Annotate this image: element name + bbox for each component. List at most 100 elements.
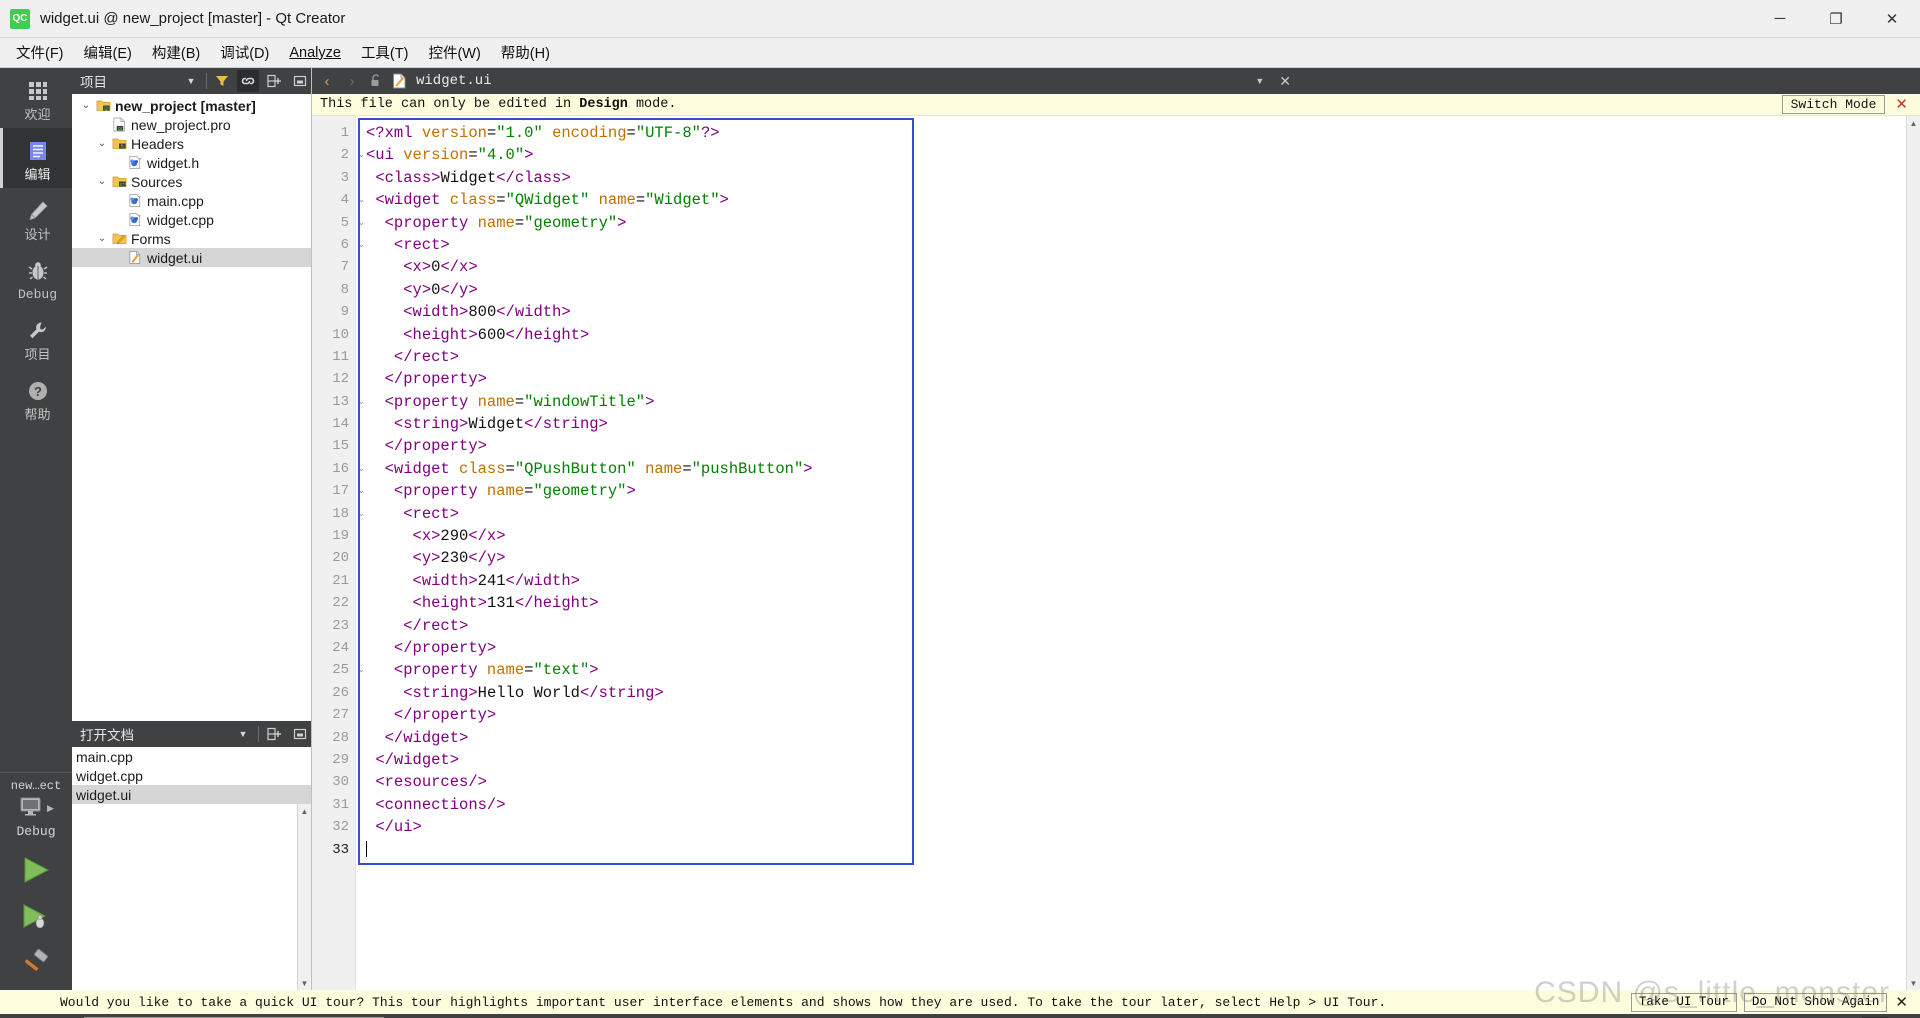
tree-item-main.cpp[interactable]: + main.cpp [72,191,311,210]
editor-scroll-down-icon[interactable]: ▼ [1907,976,1920,990]
menu-file[interactable]: 文件(F) [6,38,74,67]
run-button[interactable] [19,855,53,890]
code-line[interactable]: <resources/> [356,771,1906,793]
navigate-forward-button[interactable]: › [341,70,363,92]
editor-scrollbar[interactable]: ▲ ▼ [1906,116,1920,990]
take-ui-tour-button[interactable]: Take UI Tour [1630,992,1737,1012]
opendocs-scroll-up-icon[interactable]: ▲ [298,804,311,818]
code-line[interactable]: <class>Widget</class> [356,167,1906,189]
kit-selector[interactable]: new…ect ▶ Debug [0,772,72,843]
chevron-down-icon[interactable]: ⌄ [94,233,110,244]
tree-item-widget.cpp[interactable]: + widget.cpp [72,210,311,229]
code-line[interactable]: </property> [356,704,1906,726]
code-line[interactable]: <widget class="QWidget" name="Widget"> [356,189,1906,211]
projects-combo-arrow-icon[interactable]: ▼ [180,70,202,92]
code-line[interactable]: <property name="geometry"> [356,212,1906,234]
code-line[interactable]: <string>Widget</string> [356,413,1906,435]
menu-edit[interactable]: 编辑(E) [74,38,142,67]
minimize-button[interactable]: ─ [1752,0,1808,37]
info-bar-close-icon[interactable]: ✕ [1885,95,1914,114]
debug-button[interactable] [19,902,53,937]
maximize-button[interactable]: ❐ [1808,0,1864,37]
menu-widgets[interactable]: 控件(W) [418,38,490,67]
project-tree[interactable]: ⌄ Qt new_project [master] Qt new_project.pro… [72,94,311,721]
code-line[interactable]: </rect> [356,615,1906,637]
editor-filename[interactable]: widget.ui [412,73,492,89]
code-line[interactable]: </widget> [356,727,1906,749]
code-line[interactable]: <widget class="QPushButton" name="pushBu… [356,458,1906,480]
open-document-item[interactable]: main.cpp [72,747,311,766]
opendocs-split-icon[interactable] [263,723,285,745]
code-line[interactable]: <string>Hello World</string> [356,682,1906,704]
code-line[interactable]: <?xml version="1.0" encoding="UTF-8"?> [356,122,1906,144]
mode-button-design[interactable]: 设计 [0,188,72,248]
kit-target[interactable]: ▶ [18,795,54,822]
mode-button-welcome[interactable]: 欢迎 [0,68,72,128]
code-line[interactable]: <width>800</width> [356,301,1906,323]
open-documents-list[interactable]: main.cpp widget.cpp widget.ui [72,747,311,804]
menu-build[interactable]: 构建(B) [142,38,210,67]
code-line[interactable]: <x>0</x> [356,256,1906,278]
code-line[interactable]: <connections/> [356,794,1906,816]
tree-item-widget.ui[interactable]: widget.ui [72,248,311,267]
filter-icon[interactable] [211,70,233,92]
link-icon[interactable] [237,70,259,92]
navigate-back-button[interactable]: ‹ [316,70,338,92]
chevron-down-icon[interactable]: ⌄ [94,138,110,149]
opendocs-combo-arrow-icon[interactable]: ▼ [232,723,254,745]
code-line[interactable]: <width>241</width> [356,570,1906,592]
tree-item-new-project.pro[interactable]: Qt new_project.pro [72,115,311,134]
code-line[interactable]: <rect> [356,234,1906,256]
chevron-down-icon[interactable]: ⌄ [94,176,110,187]
code-line[interactable]: <height>131</height> [356,592,1906,614]
menu-analyze[interactable]: Analyze [279,41,351,65]
code-line[interactable]: <y>0</y> [356,279,1906,301]
code-line[interactable]: </property> [356,435,1906,457]
tree-item-forms[interactable]: ⌄ Forms [72,229,311,248]
menu-debug[interactable]: 调试(D) [210,38,279,67]
code-line[interactable]: <x>290</x> [356,525,1906,547]
code-line[interactable]: </property> [356,368,1906,390]
mode-button-help[interactable]: ? 帮助 [0,368,72,428]
chevron-down-icon[interactable]: ⌄ [78,100,94,111]
info-text-after: mode. [627,97,677,112]
ui-tour-close-icon[interactable]: ✕ [1887,993,1916,1012]
code-line[interactable]: <ui version="4.0"> [356,144,1906,166]
code-line[interactable]: </property> [356,637,1906,659]
minimize-panel-icon[interactable] [289,70,311,92]
mode-button-projects[interactable]: 项目 [0,308,72,368]
close-button[interactable]: ✕ [1864,0,1920,37]
mode-button-debug[interactable]: Debug [0,248,72,308]
code-line[interactable]: <height>600</height> [356,324,1906,346]
editor-file-dropdown-icon[interactable]: ▼ [1249,76,1270,86]
editor-close-button[interactable]: ✕ [1273,73,1297,90]
code-line[interactable] [356,839,1906,861]
code-line[interactable]: </widget> [356,749,1906,771]
unlocked-icon[interactable] [366,74,386,88]
code-line[interactable]: <rect> [356,503,1906,525]
do-not-show-again-button[interactable]: Do Not Show Again [1743,992,1888,1012]
tree-item-widget.h[interactable]: + widget.h [72,153,311,172]
open-document-item[interactable]: widget.ui [72,785,311,804]
build-button[interactable] [19,949,53,984]
opendocs-scroll-down-icon[interactable]: ▼ [298,976,311,990]
code-line[interactable]: </ui> [356,816,1906,838]
menu-tools[interactable]: 工具(T) [351,38,419,67]
code-text-area[interactable]: <?xml version="1.0" encoding="UTF-8"?> <u… [356,116,1906,990]
tree-item-headers[interactable]: ⌄ h Headers [72,134,311,153]
code-line[interactable]: <property name="text"> [356,659,1906,681]
split-icon[interactable] [263,70,285,92]
code-line[interactable]: <y>230</y> [356,547,1906,569]
opendocs-scrollbar[interactable]: ▲ ▼ [297,804,311,990]
open-document-item[interactable]: widget.cpp [72,766,311,785]
menu-help[interactable]: 帮助(H) [491,38,560,67]
editor-scroll-up-icon[interactable]: ▲ [1907,116,1920,130]
code-line[interactable]: </rect> [356,346,1906,368]
code-line[interactable]: <property name="windowTitle"> [356,391,1906,413]
code-line[interactable]: <property name="geometry"> [356,480,1906,502]
tree-item-new-project-master-[interactable]: ⌄ Qt new_project [master] [72,96,311,115]
switch-mode-button[interactable]: Switch Mode [1781,95,1886,114]
mode-button-edit[interactable]: 编辑 [0,128,72,188]
tree-item-sources[interactable]: ⌄ c+ Sources [72,172,311,191]
opendocs-minimize-panel-icon[interactable] [289,723,311,745]
